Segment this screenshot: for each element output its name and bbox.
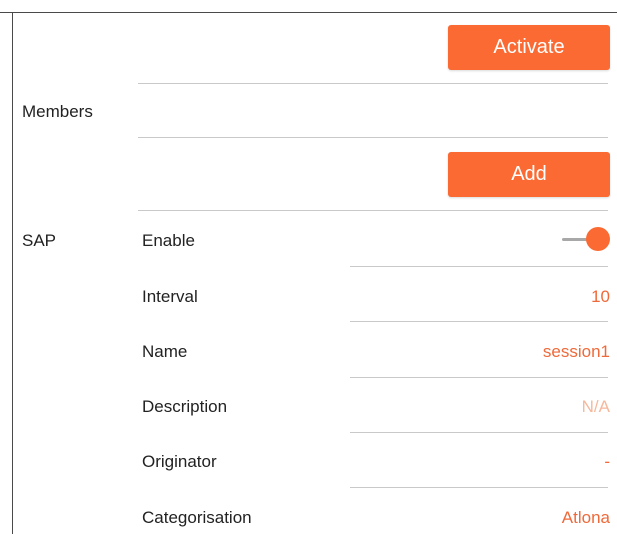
activate-button[interactable]: Activate [448, 25, 610, 70]
sap-name-label: Name [142, 342, 188, 361]
sap-originator-value[interactable]: - [604, 452, 610, 472]
section-label-members: Members [22, 102, 93, 121]
sap-enable-toggle[interactable] [562, 226, 612, 252]
divider [138, 83, 608, 84]
divider [350, 321, 608, 322]
sap-enable-label: Enable [142, 231, 195, 250]
sap-categorisation-value[interactable]: Atlona [562, 508, 610, 528]
add-member-button[interactable]: Add [448, 152, 610, 197]
sap-name-value[interactable]: session1 [543, 342, 610, 362]
toggle-knob [586, 227, 610, 251]
sap-description-label: Description [142, 397, 228, 416]
section-label-sap: SAP [22, 231, 57, 250]
divider [350, 266, 608, 267]
divider [350, 377, 608, 378]
panel-top-border [0, 12, 617, 13]
sap-interval-label: Interval [142, 287, 198, 306]
divider [138, 137, 608, 138]
divider [350, 487, 608, 488]
sap-categorisation-label: Categorisation [142, 508, 252, 527]
sap-description-value[interactable]: N/A [582, 397, 610, 417]
divider [138, 210, 608, 211]
divider [350, 432, 608, 433]
panel-left-border [12, 12, 13, 534]
sap-interval-value[interactable]: 10 [591, 287, 610, 307]
sap-originator-label: Originator [142, 452, 217, 471]
